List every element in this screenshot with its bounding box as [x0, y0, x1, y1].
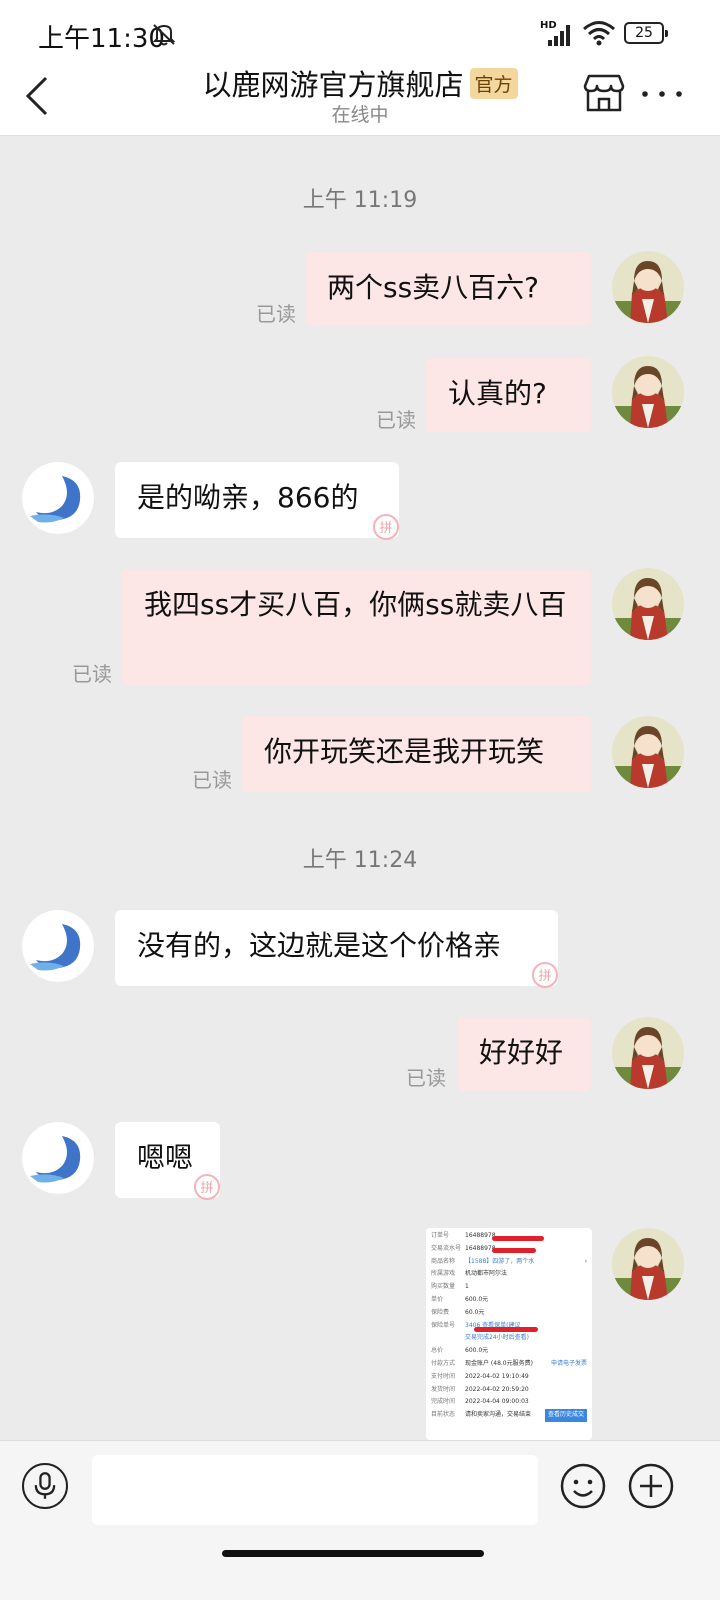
order-detail-value: 现金账户 (48.0元服务费) [465, 1359, 533, 1367]
battery-indicator: 25 [624, 22, 668, 44]
order-detail-row: 付款方式 现金账户 (48.0元服务费) 申请电子发票 [431, 1358, 587, 1371]
order-detail-row: 总价 600.0元 [431, 1345, 587, 1358]
order-detail-key: 订单号 [431, 1232, 450, 1239]
order-detail-key: 完成时间 [431, 1398, 456, 1406]
message-text: 没有的，这边就是这个价格亲 [137, 929, 502, 962]
order-detail-key: 购买数量 [431, 1283, 456, 1291]
order-detail-key: 支付时间 [431, 1372, 456, 1380]
order-detail-row: 购买数量 1 [431, 1281, 587, 1294]
redaction-mark [492, 1248, 536, 1253]
order-detail-value: 2022-04-04 09:00:03 [465, 1398, 529, 1406]
user-avatar[interactable] [612, 1017, 684, 1089]
order-detail-value: 1 [465, 1283, 469, 1291]
shop-avatar[interactable] [22, 910, 94, 982]
home-indicator[interactable] [222, 1550, 484, 1557]
order-detail-key: 保险单号 [431, 1321, 456, 1329]
message-bubble-mine[interactable]: 两个ss卖八百六? [305, 252, 591, 326]
read-receipt: 已读 [72, 662, 112, 686]
order-detail-row: 所属游戏 机动都市阿尔法 [431, 1268, 587, 1281]
message-bubble-mine[interactable]: 认真的? [426, 358, 591, 432]
order-detail-value: 600.0元 [465, 1295, 489, 1303]
watermark-icon [192, 1172, 222, 1202]
read-receipt: 已读 [192, 768, 232, 792]
order-detail-value: 机动都市阿尔法 [465, 1270, 508, 1278]
read-receipt: 已读 [256, 302, 296, 326]
shop-avatar[interactable] [22, 1122, 94, 1194]
user-avatar[interactable] [612, 251, 684, 323]
order-detail-value: 2022-04-02 20:59:20 [465, 1385, 529, 1393]
order-detail-row: 目前状态 请和卖家沟通，交易结束 查看历史成交 [431, 1409, 587, 1422]
order-detail-value: 【1588】四游了，两个水 [465, 1257, 535, 1265]
user-avatar[interactable] [612, 716, 684, 788]
message-text: 好好好 [479, 1036, 564, 1069]
order-detail-value: 600.0元 [465, 1347, 489, 1355]
order-detail-value: 60.0元 [465, 1308, 485, 1316]
watermark-icon [371, 512, 401, 542]
timestamp: 上午 11:24 [302, 848, 418, 873]
order-detail-key: 商品名称 [431, 1257, 456, 1265]
redaction-mark [492, 1236, 544, 1241]
order-detail-key: 单价 [431, 1295, 444, 1303]
order-detail-row: 交易完成24小时后查看) [431, 1332, 587, 1345]
more-icon[interactable] [640, 80, 684, 108]
redaction-mark [474, 1327, 538, 1332]
order-detail-key: 所属游戏 [431, 1270, 456, 1278]
message-text: 嗯嗯 [137, 1141, 194, 1174]
wifi-icon [583, 21, 615, 46]
order-detail-key [431, 1332, 465, 1345]
message-text: 你开玩笑还是我开玩笑 [264, 735, 545, 768]
signal-icon [548, 25, 570, 46]
order-detail-key: 总价 [431, 1347, 444, 1355]
order-detail-value: 请和卖家沟通，交易结束 [465, 1411, 532, 1419]
message-bubble-mine[interactable]: 好好好 [457, 1017, 591, 1091]
message-input[interactable] [92, 1455, 538, 1525]
order-detail-key: 保险费 [431, 1308, 450, 1316]
status-bar: 上午11:30 HD 25 [0, 0, 720, 62]
watermark-icon [530, 960, 560, 990]
user-avatar[interactable] [612, 568, 684, 640]
read-receipt: 已读 [406, 1066, 446, 1090]
order-detail-row: 商品名称 【1588】四游了，两个水 › [431, 1256, 587, 1269]
message-bubble-mine[interactable]: 我四ss才买八百，你俩ss就卖八百 [122, 569, 591, 685]
order-detail-value: 交易完成24小时后查看) [465, 1334, 529, 1342]
message-text: 认真的? [448, 377, 547, 410]
message-bubble-mine[interactable]: 你开玩笑还是我开玩笑 [242, 716, 591, 792]
shop-name: 以鹿网游官方旗舰店 [202, 68, 464, 102]
chevron-right-icon: › [584, 1257, 587, 1265]
message-text: 两个ss卖八百六? [327, 271, 540, 304]
message-text: 我四ss才买八百，你俩ss就卖八百 [144, 588, 567, 621]
message-bubble-shop[interactable]: 没有的，这边就是这个价格亲 [115, 910, 558, 986]
order-detail-row: 发货时间 2022-04-02 20:59:20 [431, 1384, 587, 1397]
user-avatar[interactable] [612, 1228, 684, 1300]
invoice-link: 申请电子发票 [550, 1359, 587, 1367]
microphone-icon[interactable] [22, 1463, 68, 1509]
order-detail-row: 单价 600.0元 [431, 1294, 587, 1307]
order-detail-row: 保险费 60.0元 [431, 1307, 587, 1320]
order-detail-row: 完成时间 2022-04-04 09:00:03 [431, 1396, 587, 1409]
emoji-icon[interactable] [560, 1463, 606, 1509]
timestamp: 上午 11:19 [302, 188, 418, 213]
read-receipt: 已读 [376, 408, 416, 432]
message-text: 是的呦亲，866的 [137, 481, 359, 514]
input-bar [0, 1440, 720, 1600]
view-history-button: 查看历史成交 [544, 1409, 587, 1422]
order-detail-row: 支付时间 2022-04-02 19:10:49 [431, 1371, 587, 1384]
plus-icon[interactable] [628, 1463, 674, 1509]
mute-icon [152, 24, 176, 46]
status-time: 上午11:30 [38, 24, 165, 54]
chat-header: 以鹿网游官方旗舰店 官方 在线中 [0, 62, 720, 136]
order-detail-value: 16488978 [465, 1244, 496, 1252]
order-detail-value: 2022-04-02 19:10:49 [465, 1372, 529, 1380]
order-detail-key: 目前状态 [431, 1411, 456, 1419]
order-detail-key: 付款方式 [431, 1359, 456, 1367]
order-detail-key: 交易流水号 [431, 1244, 462, 1252]
order-detail-value: 16488978 [465, 1232, 496, 1239]
image-message-order-screenshot[interactable]: 订单号 16488978 交易流水号 16488978 商品名称 【1588】四游了，两个… [426, 1228, 592, 1440]
official-badge: 官方 [469, 67, 518, 99]
store-icon[interactable] [583, 72, 625, 114]
message-bubble-shop[interactable]: 是的呦亲，866的 [115, 462, 399, 538]
user-avatar[interactable] [612, 356, 684, 428]
shop-avatar[interactable] [22, 462, 94, 534]
order-detail-key: 发货时间 [431, 1385, 456, 1393]
